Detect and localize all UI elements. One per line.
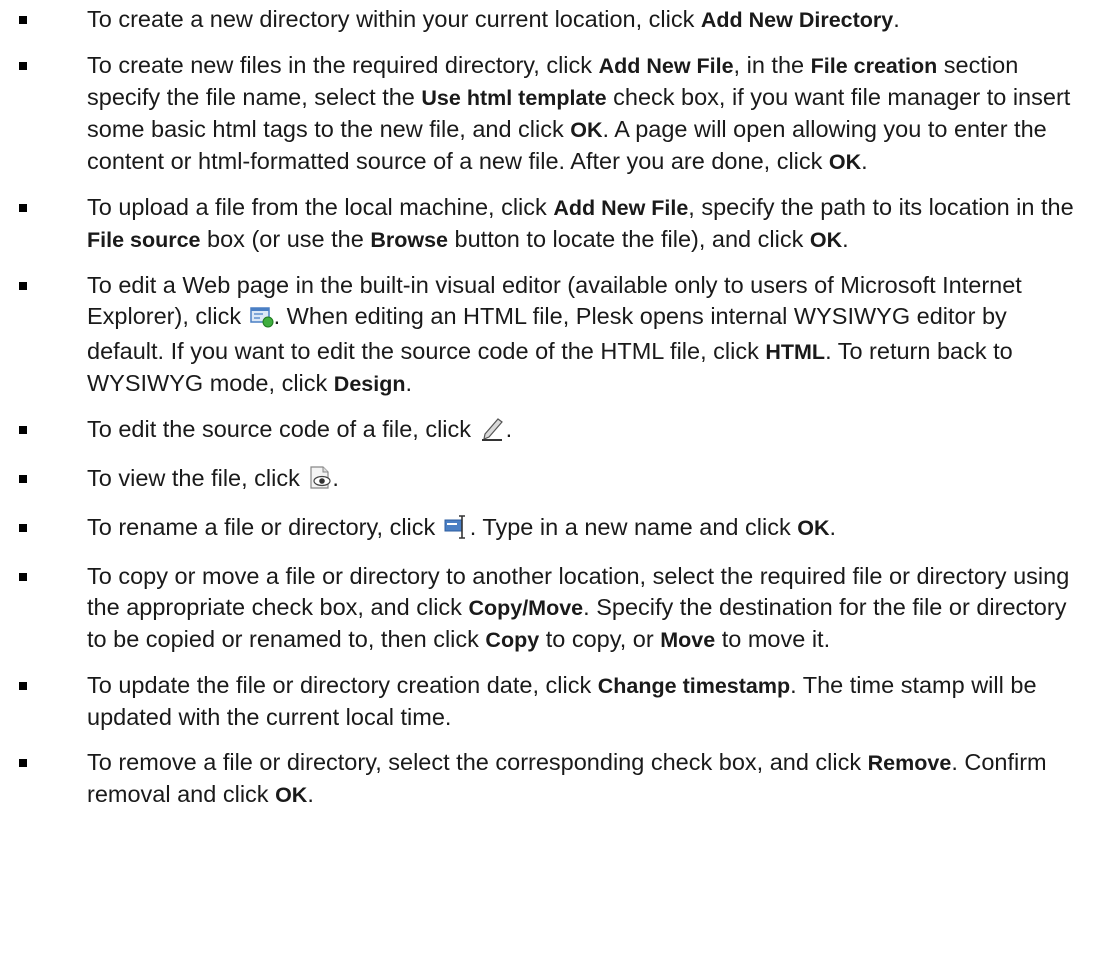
ui-term-copy-move: Copy/Move xyxy=(468,596,584,620)
bullet xyxy=(19,682,27,690)
ui-term-add-new-file: Add New File xyxy=(553,196,689,220)
item-text: button to locate the file), and click xyxy=(448,226,810,252)
item-text: To rename a file or directory, click xyxy=(87,514,442,540)
bullet xyxy=(19,475,27,483)
ui-term-ok: OK xyxy=(570,118,603,142)
item-text: . xyxy=(842,226,849,252)
item-text: . xyxy=(861,148,868,174)
item-text: To create new files in the required dire… xyxy=(87,52,599,78)
view-file-icon[interactable] xyxy=(308,466,332,498)
list-item-remove: To remove a file or directory, select th… xyxy=(0,747,1094,811)
item-text: . xyxy=(405,370,413,396)
item-text: to move it. xyxy=(715,626,831,652)
bullet xyxy=(19,16,27,24)
item-text: box (or use the xyxy=(200,226,371,252)
ui-term-copy: Copy xyxy=(485,628,540,652)
item-text: , specify the path to its location in th… xyxy=(688,194,1074,220)
item-text: To update the file or directory creation… xyxy=(87,672,598,698)
item-text: To view the file, click xyxy=(87,465,307,491)
bullet xyxy=(19,426,27,434)
instruction-list-container: To create a new directory within your cu… xyxy=(0,0,1094,975)
rename-icon[interactable] xyxy=(444,515,470,547)
item-text: . xyxy=(829,514,837,540)
item-text: To remove a file or directory, select th… xyxy=(87,749,868,775)
list-item-add-directory: To create a new directory within your cu… xyxy=(0,4,1094,36)
bullet xyxy=(19,282,27,290)
ui-term-ok: OK xyxy=(275,783,308,807)
list-item-copy-move: To copy or move a file or directory to a… xyxy=(0,561,1094,656)
ui-term-use-html-template: Use html template xyxy=(421,86,607,110)
ui-term-change-timestamp: Change timestamp xyxy=(597,674,791,698)
item-text: . Type in a new name and click xyxy=(469,514,798,540)
list-item-rename: To rename a file or directory, click . T… xyxy=(0,512,1094,547)
ui-term-ok: OK xyxy=(797,516,830,540)
item-text: To edit the source code of a file, click xyxy=(87,416,478,442)
item-text: To create a new directory within your cu… xyxy=(87,6,701,32)
item-text: . xyxy=(332,465,339,491)
list-item-add-file: To create new files in the required dire… xyxy=(0,50,1094,178)
ui-term-ok: OK xyxy=(809,228,843,252)
ui-term-add-new-directory: Add New Directory xyxy=(700,8,894,32)
ui-term-html: HTML xyxy=(765,340,826,364)
ui-term-move: Move xyxy=(660,628,716,652)
ui-term-design: Design xyxy=(333,372,406,396)
item-text: , in the xyxy=(733,52,811,78)
bullet xyxy=(19,524,27,532)
list-item-visual-editor: To edit a Web page in the built-in visua… xyxy=(0,270,1094,400)
item-text: . xyxy=(893,6,900,32)
ui-term-remove: Remove xyxy=(867,751,952,775)
ui-term-file-creation: File creation xyxy=(810,54,938,78)
list-item-change-timestamp: To update the file or directory creation… xyxy=(0,670,1094,733)
list-item-view-file: To view the file, click . xyxy=(0,463,1094,498)
list-item-upload-file: To upload a file from the local machine,… xyxy=(0,192,1094,256)
item-text: . xyxy=(505,416,513,442)
item-text: . xyxy=(307,781,314,807)
ui-term-file-source: File source xyxy=(87,228,201,252)
ui-term-ok: OK xyxy=(828,150,862,174)
pencil-icon[interactable] xyxy=(480,417,506,449)
bullet xyxy=(19,62,27,70)
visual-editor-icon[interactable] xyxy=(249,305,274,336)
bullet xyxy=(19,573,27,581)
ui-term-add-new-file: Add New File xyxy=(598,54,734,78)
item-text: To upload a file from the local machine,… xyxy=(87,194,554,220)
ui-term-browse: Browse xyxy=(370,228,449,252)
item-text: to copy, or xyxy=(539,626,661,652)
bullet xyxy=(19,204,27,212)
list-item-edit-source: To edit the source code of a file, click… xyxy=(0,414,1094,449)
bullet xyxy=(19,759,27,767)
